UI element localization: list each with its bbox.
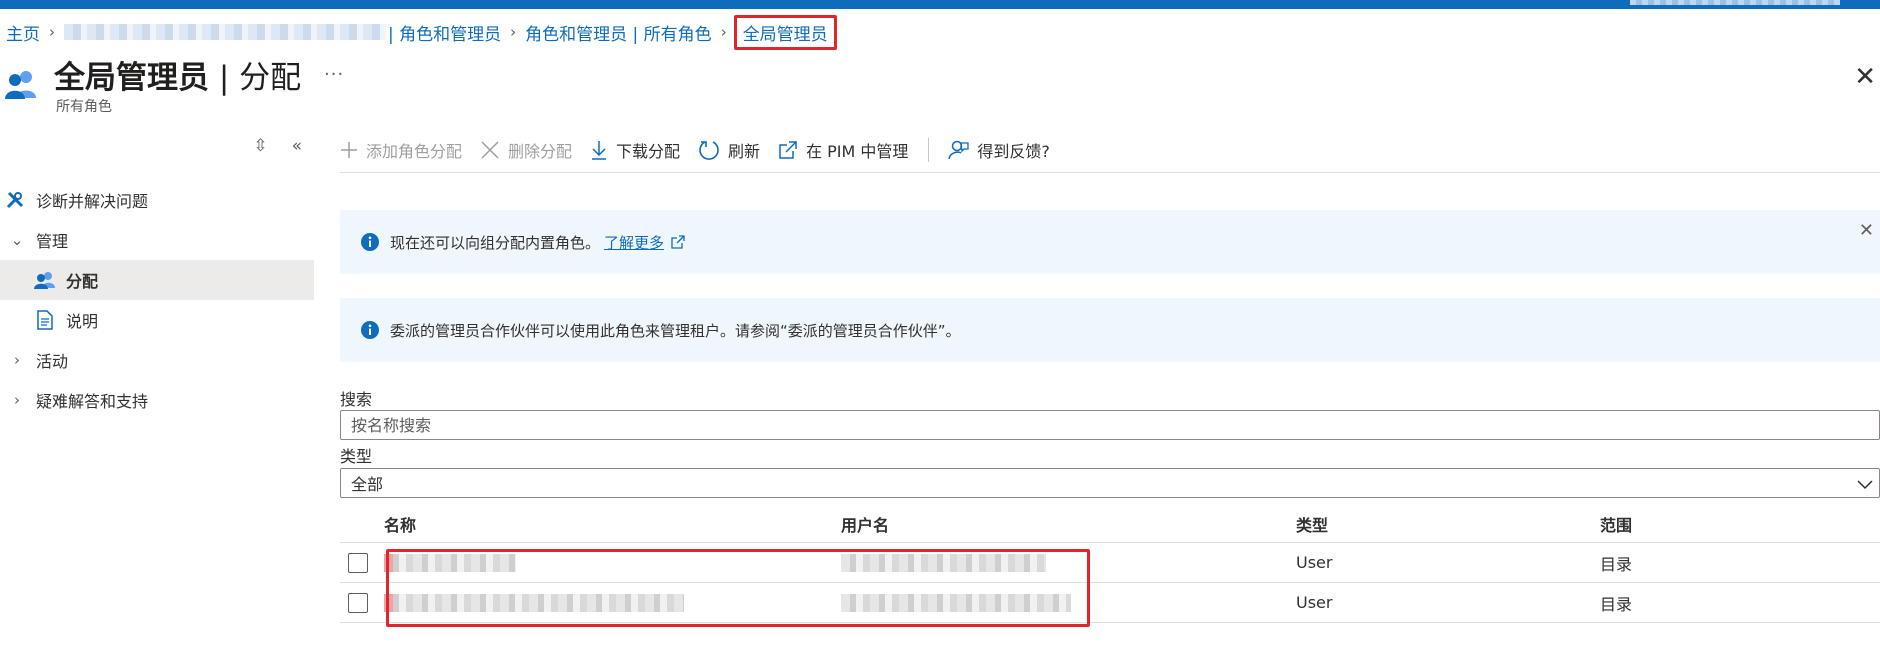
remove-assignment-label: 删除分配 <box>508 142 573 161</box>
cell-scope: 目录 <box>1600 554 1633 574</box>
page-title-role: 全局管理员 <box>54 60 209 96</box>
feedback-button[interactable]: 得到反馈? <box>947 138 1050 162</box>
command-bar: 添加角色分配 删除分配 下载分配 刷新 在 PIM 中管理 得到反馈? <box>340 134 1068 166</box>
refresh-icon <box>698 139 720 161</box>
command-bar-divider <box>928 138 930 162</box>
info-icon <box>360 232 380 252</box>
close-icon[interactable]: ✕ <box>1854 62 1876 92</box>
table-header: 名称 用户名 类型 范围 <box>340 506 1880 543</box>
learn-more-link[interactable]: 了解更多 <box>604 232 664 253</box>
info-banner-text: 委派的管理员合作伙伴可以使用此角色来管理租户。请参阅“委派的管理员合作伙伴”。 <box>390 321 961 340</box>
remove-assignment-button[interactable]: 删除分配 <box>480 138 572 162</box>
download-icon <box>590 140 608 160</box>
column-header-scope[interactable]: 范围 <box>1600 512 1880 536</box>
dismiss-banner-icon[interactable]: ✕ <box>1859 220 1874 241</box>
add-assignment-button[interactable]: 添加角色分配 <box>340 138 462 162</box>
command-bar-rule <box>340 172 1880 173</box>
users-role-icon <box>5 71 36 99</box>
sidebar-item-description[interactable]: 说明 <box>0 300 314 340</box>
page-title-section: 分配 <box>239 60 302 96</box>
feedback-person-icon <box>947 139 970 161</box>
sidebar-item-activity[interactable]: › 活动 <box>0 340 314 380</box>
type-dropdown[interactable]: 全部 <box>340 468 1880 498</box>
info-banner-text: 现在还可以向组分配内置角色。 <box>390 233 601 252</box>
sidebar-controls: ⇳ « <box>253 136 302 156</box>
search-label: 搜索 <box>340 390 373 409</box>
row-checkbox[interactable] <box>348 552 368 573</box>
row-checkbox[interactable] <box>348 592 368 613</box>
external-link-icon <box>670 234 686 250</box>
sidebar-item-label: 诊断并解决问题 <box>36 192 149 211</box>
cell-type: User <box>1296 593 1333 612</box>
external-link-icon <box>778 140 798 160</box>
document-icon <box>34 310 56 330</box>
chevron-right-icon: › <box>49 23 55 41</box>
breadcrumb-current[interactable]: 全局管理员 <box>733 14 837 50</box>
page-title-separator: | <box>209 60 240 96</box>
plus-icon <box>340 141 358 159</box>
sidebar-item-assignments[interactable]: 分配 <box>0 260 314 300</box>
manage-in-pim-button[interactable]: 在 PIM 中管理 <box>778 138 908 162</box>
row-select <box>340 552 384 573</box>
add-assignment-label: 添加角色分配 <box>366 142 463 161</box>
sidebar-item-diagnose[interactable]: 诊断并解决问题 <box>0 180 314 220</box>
info-banner-groups: 现在还可以向组分配内置角色。 了解更多 ✕ <box>340 210 1880 274</box>
sort-updown-icon[interactable]: ⇳ <box>253 136 267 156</box>
sidebar-nav: 诊断并解决问题 ⌄ 管理 分配 说明 › 活动 › 疑难解答和支持 <box>0 180 314 420</box>
chevron-right-icon[interactable]: › <box>8 351 26 369</box>
sidebar-item-label: 说明 <box>66 312 99 331</box>
refresh-button[interactable]: 刷新 <box>698 138 760 162</box>
sidebar-item-manage[interactable]: ⌄ 管理 <box>0 220 314 260</box>
feedback-label: 得到反馈? <box>977 142 1050 161</box>
breadcrumb-all-roles[interactable]: 角色和管理员 | 所有角色 <box>525 20 712 45</box>
users-icon <box>34 271 56 289</box>
breadcrumb-redacted-tenant[interactable] <box>64 24 386 40</box>
breadcrumb: 主页 › | 角色和管理员 › 角色和管理员 | 所有角色 › 全局管理员 <box>6 14 837 50</box>
info-banner-partner: 委派的管理员合作伙伴可以使用此角色来管理租户。请参阅“委派的管理员合作伙伴”。 <box>340 298 1880 362</box>
chevron-right-icon: › <box>510 23 517 41</box>
chevron-down-icon[interactable]: ⌄ <box>8 231 26 249</box>
breadcrumb-home[interactable]: 主页 <box>6 20 40 45</box>
row-select <box>340 592 384 613</box>
manage-in-pim-label: 在 PIM 中管理 <box>806 142 909 161</box>
chevron-right-icon: › <box>720 23 727 41</box>
sidebar-item-label: 疑难解答和支持 <box>36 392 149 411</box>
sidebar-item-label: 分配 <box>66 272 99 291</box>
type-label: 类型 <box>340 447 373 466</box>
cell-scope: 目录 <box>1600 594 1633 614</box>
top-accent-bar <box>0 0 1880 9</box>
chevron-right-icon[interactable]: › <box>8 391 26 409</box>
sidebar-item-label: 管理 <box>36 232 69 251</box>
chevron-down-icon <box>1855 474 1875 498</box>
type-dropdown-value: 全部 <box>351 475 384 494</box>
page-title: 全局管理员 | 分配 <box>54 52 301 97</box>
sidebar-item-troubleshoot[interactable]: › 疑难解答和支持 <box>0 380 314 420</box>
wrench-tools-icon <box>4 190 26 210</box>
download-assignments-label: 下载分配 <box>616 142 681 161</box>
column-header-username[interactable]: 用户名 <box>841 512 1296 536</box>
page-subtitle: 所有角色 <box>56 99 112 115</box>
breadcrumb-roles-admins[interactable]: | 角色和管理员 <box>388 20 501 45</box>
annotation-highlight-box <box>386 549 1090 627</box>
column-header-type[interactable]: 类型 <box>1296 512 1600 536</box>
sidebar-item-label: 活动 <box>36 352 69 371</box>
column-header-name[interactable]: 名称 <box>384 512 841 536</box>
download-assignments-button[interactable]: 下载分配 <box>590 138 680 162</box>
refresh-label: 刷新 <box>728 142 761 161</box>
info-icon <box>360 320 380 340</box>
collapse-sidebar-icon[interactable]: « <box>292 136 302 156</box>
search-box <box>340 410 1880 440</box>
more-actions-icon[interactable]: ··· <box>324 64 344 85</box>
close-x-icon <box>480 140 500 160</box>
search-input[interactable] <box>341 411 1879 439</box>
redacted-account-text <box>1630 0 1840 5</box>
cell-type: User <box>1296 553 1333 572</box>
